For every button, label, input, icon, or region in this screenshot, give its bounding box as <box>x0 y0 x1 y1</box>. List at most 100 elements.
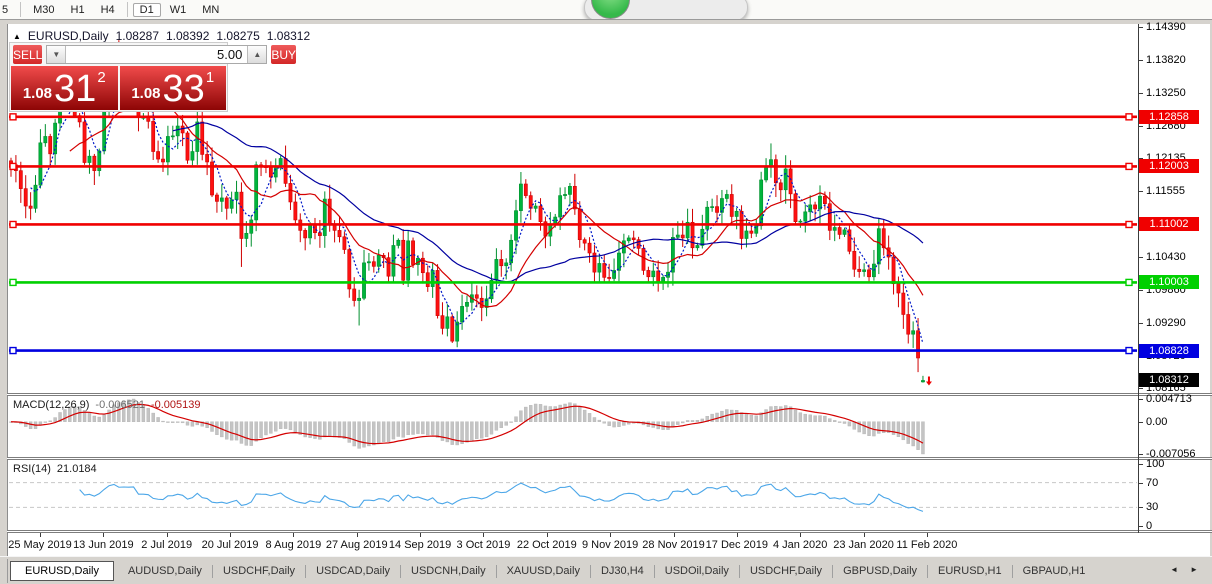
macd-signal-value: -0.005139 <box>150 399 201 411</box>
date-label: 9 Nov 2019 <box>582 539 639 551</box>
chart-tab-usdoil-daily[interactable]: USDOil,Daily <box>655 562 739 580</box>
buy-price-pip: 1 <box>205 69 215 86</box>
y-axis-tick: 1.11555 <box>1138 185 1185 198</box>
current-price-label: 1.08312 <box>1139 373 1199 388</box>
y-axis-tick: 1.13250 <box>1138 87 1186 100</box>
chart-tab-xauusd-daily[interactable]: XAUUSD,Daily <box>497 562 590 580</box>
date-tick <box>483 533 485 537</box>
date-label: 17 Dec 2019 <box>705 539 769 551</box>
tabbar-edge <box>0 559 8 583</box>
timeframe-button-mn[interactable]: MN <box>195 3 226 17</box>
timeframe-button-5[interactable]: 5 <box>1 3 15 17</box>
date-label: 2 Jul 2019 <box>141 539 193 551</box>
sell-quote[interactable]: 1.08 31 2 <box>11 66 118 110</box>
macd-label: MACD(12,26,9) -0.006521 -0.005139 <box>13 399 201 411</box>
price-level-label: 1.11002 <box>1139 217 1199 232</box>
date-label: 23 Jan 2020 <box>833 539 894 551</box>
volume-increase-icon[interactable]: ▲ <box>247 46 267 63</box>
macd-name: MACD(12,26,9) <box>13 399 90 411</box>
price-level-line[interactable] <box>9 346 1137 355</box>
date-tick <box>673 533 675 537</box>
price-level-label: 1.08828 <box>1139 343 1199 358</box>
rsi-axis-tick: 100 <box>1137 458 1165 470</box>
price-level-line[interactable] <box>9 278 1137 287</box>
chart-symbol-label: EURUSD,Daily <box>27 29 109 43</box>
chart-tab-usdcad-daily[interactable]: USDCAD,Daily <box>306 562 400 580</box>
date-label: 20 Jul 2019 <box>201 539 259 551</box>
screen-record-pill <box>584 0 748 21</box>
date-label: 28 Nov 2019 <box>642 539 705 551</box>
toolbar-separator <box>20 2 22 17</box>
toolbar-separator <box>126 2 128 17</box>
one-click-trade-panel: SELL ▼ ▲ BUY 1.08 31 2 1.08 33 1 <box>9 42 297 112</box>
date-tick <box>293 533 295 537</box>
price-level-line[interactable] <box>9 162 1137 171</box>
timeframe-button-d1[interactable]: D1 <box>132 2 161 17</box>
timeframe-button-w1[interactable]: W1 <box>163 3 194 17</box>
date-tick <box>800 533 802 537</box>
chart-tab-usdchf-daily[interactable]: USDCHF,Daily <box>213 562 305 580</box>
tabs-scroll-left-icon[interactable]: ◄ <box>1170 565 1178 574</box>
date-tick <box>356 533 358 537</box>
open-value: 1.08287 <box>115 29 159 43</box>
buy-price-big: 33 <box>162 68 205 110</box>
rsi-name: RSI(14) <box>13 463 51 475</box>
rsi-axis-tick: 30 <box>1137 501 1159 514</box>
collapse-arrow-icon[interactable]: ▲ <box>13 32 21 41</box>
chart-tab-eurusd-daily[interactable]: EURUSD,Daily <box>10 561 114 581</box>
record-toggle-knob[interactable] <box>591 0 630 19</box>
chart-tab-gbpusd-daily[interactable]: GBPUSD,Daily <box>833 562 927 580</box>
y-axis-tick: 1.10430 <box>1138 250 1186 263</box>
date-label: 13 Jun 2019 <box>73 539 134 551</box>
chart-tab-bar: EURUSD,Daily AUDUSD,Daily USDCHF,Daily USDC… <box>0 556 1212 584</box>
volume-input[interactable] <box>66 46 248 63</box>
date-tick <box>863 533 865 537</box>
volume-decrease-icon[interactable]: ▼ <box>47 46 67 63</box>
macd-axis-tick: 0.004713 <box>1138 393 1192 405</box>
buy-button[interactable]: BUY <box>271 45 297 64</box>
timeframe-button-h1[interactable]: H1 <box>64 3 92 17</box>
date-tick <box>420 533 422 537</box>
date-label: 25 May 2019 <box>8 539 72 551</box>
date-tick <box>546 533 548 537</box>
chart-ohlc-info: ▲ EURUSD,Daily 1.08287 1.08392 1.08275 1… <box>13 29 310 43</box>
tabs-scroll-right-icon[interactable]: ► <box>1190 565 1198 574</box>
date-tick <box>103 533 105 537</box>
price-axis: 1.14390 1.13820 1.13250 1.12680 1.12135 1.115… <box>1137 0 1211 584</box>
y-axis-tick: 1.09290 <box>1138 316 1186 329</box>
macd-axis-tick: 0.00 <box>1137 415 1168 428</box>
price-level-label: 1.10003 <box>1139 275 1199 290</box>
low-value: 1.08275 <box>216 29 260 43</box>
date-label: 22 Oct 2019 <box>516 539 577 551</box>
mt4-window: 5 M30 H1 H4 D1 W1 MN ▲ EURUSD,Daily 1.08287 1.… <box>0 0 1212 584</box>
price-level-label: 1.12858 <box>1139 109 1199 124</box>
buy-price-prefix: 1.08 <box>131 85 161 102</box>
date-label: 8 Aug 2019 <box>265 539 322 551</box>
price-level-line[interactable] <box>9 220 1137 229</box>
sell-price-big: 31 <box>54 68 97 110</box>
chart-tab-audusd-daily[interactable]: AUDUSD,Daily <box>118 562 212 580</box>
buy-quote[interactable]: 1.08 33 1 <box>119 66 226 110</box>
date-tick <box>610 533 612 537</box>
sell-button[interactable]: SELL <box>13 45 43 64</box>
chart-tab-gbpaud-h1[interactable]: GBPAUD,H1 <box>1013 562 1096 580</box>
chart-tab-usdcnh-daily[interactable]: USDCNH,Daily <box>401 562 496 580</box>
chart-tab-dj30-h4[interactable]: DJ30,H4 <box>591 562 654 580</box>
date-label: 3 Oct 2019 <box>456 539 511 551</box>
price-level-label: 1.12003 <box>1139 159 1199 174</box>
sell-price-prefix: 1.08 <box>22 85 53 102</box>
y-axis-tick: 1.14390 <box>1138 21 1186 33</box>
chart-tab-eurusd-h1[interactable]: EURUSD,H1 <box>928 562 1012 580</box>
rsi-label: RSI(14) 21.0184 <box>13 463 97 475</box>
date-tick <box>926 533 928 537</box>
sell-price-pip: 2 <box>97 69 106 86</box>
timeframe-button-h4[interactable]: H4 <box>94 3 122 17</box>
volume-stepper: ▼ ▲ <box>46 45 268 64</box>
date-label: 11 Feb 2020 <box>896 539 958 551</box>
chart-tab-usdchf-daily[interactable]: USDCHF,Daily <box>740 562 832 580</box>
timeframe-button-m30[interactable]: M30 <box>26 3 61 17</box>
date-label: 4 Jan 2020 <box>772 539 828 551</box>
rsi-pane[interactable] <box>7 460 1138 530</box>
date-tick <box>230 533 232 537</box>
rsi-axis-tick: 70 <box>1137 476 1159 489</box>
